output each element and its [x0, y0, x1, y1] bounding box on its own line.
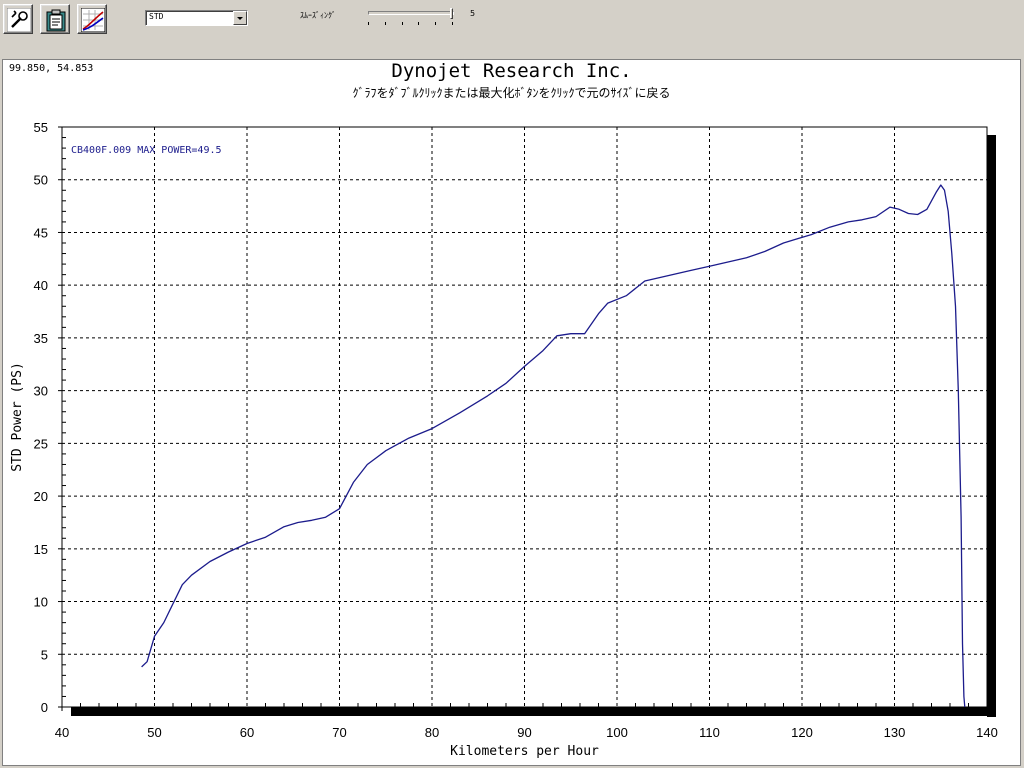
graph-button[interactable] — [77, 4, 107, 34]
correction-select-value: STD — [149, 12, 164, 21]
y-tick-label: 20 — [34, 489, 48, 504]
x-tick-label: 50 — [147, 725, 161, 740]
x-tick-label: 40 — [55, 725, 69, 740]
x-tick-label: 70 — [332, 725, 346, 740]
slider-tick — [452, 22, 453, 25]
x-tick-label: 110 — [699, 725, 720, 740]
x-tick-label: 80 — [425, 725, 439, 740]
slider-ticks — [366, 22, 454, 26]
y-tick-label: 35 — [34, 331, 48, 346]
graph-icon — [81, 8, 105, 32]
x-tick-label: 100 — [606, 725, 628, 740]
slider-track — [368, 11, 454, 15]
x-tick-label: 60 — [240, 725, 254, 740]
legend-text: CB400F.009 MAX POWER=49.5 — [71, 145, 222, 156]
tools-button[interactable] — [3, 4, 33, 34]
slider-thumb[interactable] — [450, 8, 453, 19]
y-tick-label: 15 — [34, 542, 48, 557]
dyno-chart[interactable]: 0 5 10 15 20 25 30 35 40 45 50 55 40 50 60 70 80 90 100 110… — [3, 60, 1020, 765]
slider-tick — [435, 22, 437, 25]
slider-tick — [401, 22, 403, 25]
y-tick-label: 30 — [34, 384, 48, 399]
y-tick-label: 50 — [34, 173, 48, 188]
clipboard-button[interactable] — [40, 4, 70, 34]
y-tick-label: 40 — [34, 278, 48, 293]
y-axis-label: STD Power (PS) — [10, 362, 25, 472]
y-tick-label: 5 — [41, 647, 48, 662]
y-tick-label: 55 — [34, 120, 48, 135]
smoothing-label: ｽﾑｰｽﾞｨﾝｸﾞ — [300, 11, 336, 20]
plot-shadow-right — [987, 135, 996, 717]
slider-tick — [384, 22, 386, 25]
y-tick-label: 45 — [34, 225, 48, 240]
y-tick-label: 10 — [34, 595, 48, 610]
x-axis-label: Kilometers per Hour — [450, 744, 599, 759]
x-tick-label: 120 — [791, 725, 813, 740]
clipboard-icon — [46, 9, 66, 32]
smoothing-value: 5 — [470, 9, 476, 18]
smoothing-slider[interactable] — [366, 8, 454, 26]
wrench-icon — [7, 8, 31, 32]
toolbar: STD ｽﾑｰｽﾞｨﾝｸﾞ 5 — [0, 0, 1024, 40]
y-tick-label: 25 — [34, 436, 48, 451]
chevron-down-icon[interactable] — [233, 11, 247, 25]
x-tick-label: 130 — [884, 725, 906, 740]
x-tick-label: 90 — [517, 725, 531, 740]
slider-tick — [418, 22, 420, 25]
chart-panel[interactable]: 99.850, 54.853 Dynojet Research Inc. ｸﾞﾗ… — [2, 59, 1021, 766]
plot-shadow-bottom — [71, 707, 996, 716]
correction-select[interactable]: STD — [145, 10, 248, 26]
y-tick-label: 0 — [41, 700, 48, 715]
x-tick-label: 140 — [976, 725, 998, 740]
slider-tick — [368, 22, 369, 25]
